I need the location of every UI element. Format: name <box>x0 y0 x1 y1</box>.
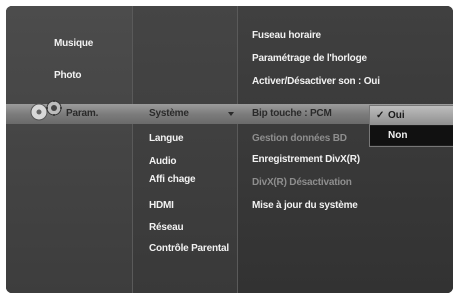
option-fuseau-horaire[interactable]: Fuseau horaire <box>252 30 321 41</box>
submenu-item-affichage[interactable]: Affi chage <box>149 174 196 185</box>
option-divx-desactivation: DivX(R) Désactivation <box>252 177 352 188</box>
popup-option-non[interactable]: Non <box>370 126 453 145</box>
checkmark-icon: ✓ <box>376 110 385 121</box>
submenu-item-controle-parental[interactable]: Contrôle Parental <box>149 243 229 254</box>
option-gestion-donnees-bd: Gestion données BD <box>252 133 347 144</box>
popup-option-label: Non <box>388 130 408 141</box>
option-parametrage-horloge[interactable]: Paramétrage de l'horloge <box>252 53 367 64</box>
option-mise-a-jour[interactable]: Mise à jour du système <box>252 200 358 211</box>
tv-menu-screen: Musique Photo Param. Système Langue Audi… <box>6 6 453 293</box>
gear-disc-icon <box>30 100 62 121</box>
popup-option-label: Oui <box>388 110 405 121</box>
menu-item-musique[interactable]: Musique <box>54 38 93 49</box>
value-popup: ✓ Oui Non <box>369 105 453 147</box>
right-menu-column <box>237 6 453 293</box>
menu-item-param[interactable]: Param. <box>66 108 98 119</box>
submenu-item-systeme[interactable]: Système <box>149 108 189 119</box>
submenu-item-audio[interactable]: Audio <box>149 156 177 167</box>
triangle-down-icon <box>228 112 234 116</box>
submenu-item-hdmi[interactable]: HDMI <box>149 200 174 211</box>
menu-item-photo[interactable]: Photo <box>54 70 82 81</box>
submenu-item-reseau[interactable]: Réseau <box>149 222 184 233</box>
popup-option-oui[interactable]: ✓ Oui <box>370 106 453 125</box>
option-enregistrement-divx[interactable]: Enregistrement DivX(R) <box>252 154 360 165</box>
option-activer-son[interactable]: Activer/Désactiver son : Oui <box>252 76 380 87</box>
option-bip-touche[interactable]: Bip touche : PCM <box>252 108 332 119</box>
left-menu-column <box>6 6 132 293</box>
submenu-item-langue[interactable]: Langue <box>149 133 184 144</box>
